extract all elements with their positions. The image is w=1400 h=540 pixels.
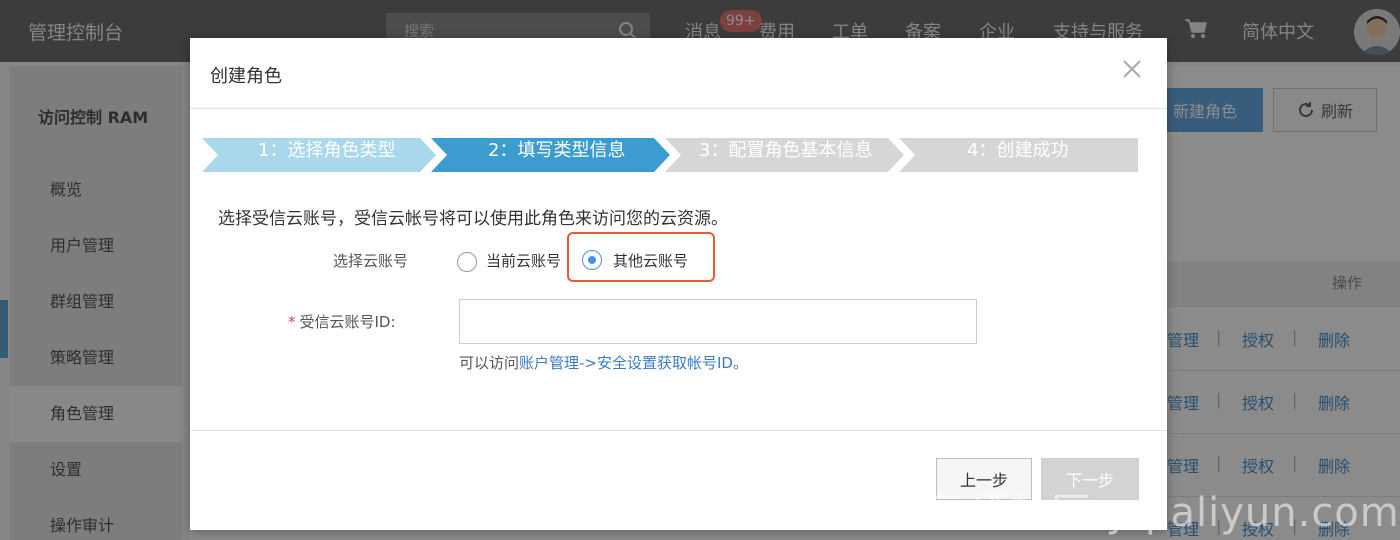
account-id-input[interactable] — [459, 299, 977, 344]
radio-other-account[interactable] — [582, 250, 602, 270]
footer-divider — [190, 430, 1167, 431]
required-asterisk: * — [288, 313, 296, 331]
dialog-title: 创建角色 — [210, 66, 282, 87]
step-1-label: 1：选择角色类型 — [258, 140, 396, 161]
radio-current-account-label[interactable]: 当前云账号 — [486, 250, 561, 271]
create-role-dialog: 创建角色 1：选择角色类型 2：填写类型信息 3：配置角色基本信息 4：创建成功… — [190, 38, 1167, 530]
account-type-label: 选择云账号 — [333, 252, 409, 270]
intro-text: 选择受信云账号，受信云帐号将可以使用此角色来访问您的云资源。 — [218, 209, 728, 229]
account-id-label: * 受信云账号ID: — [288, 313, 396, 331]
radio-current-account[interactable] — [457, 252, 477, 272]
step-3-label: 3：配置角色基本信息 — [699, 140, 873, 161]
watermark: 云栖社区 yq.aliyun.com — [928, 490, 1400, 536]
hint-prefix: 可以访问 — [459, 354, 520, 372]
close-button[interactable] — [1121, 58, 1143, 80]
step-2-label: 2：填写类型信息 — [488, 140, 626, 161]
account-id-hint: 可以访问账户管理->安全设置获取帐号ID。 — [459, 352, 748, 373]
close-icon — [1123, 60, 1141, 78]
header-divider — [190, 108, 1167, 109]
account-settings-link[interactable]: 账户管理->安全设置获取帐号ID。 — [519, 354, 748, 372]
radio-other-account-label[interactable]: 其他云账号 — [613, 250, 688, 271]
step-4-label: 4：创建成功 — [967, 140, 1069, 161]
